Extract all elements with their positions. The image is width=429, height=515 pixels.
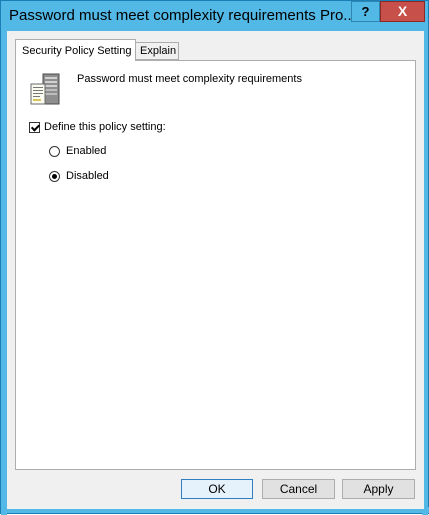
help-button[interactable]: ?	[351, 1, 380, 22]
enabled-radio[interactable]	[49, 145, 60, 157]
policy-properties-window: Password must meet complexity requiremen…	[0, 0, 429, 515]
define-setting-label: Define this policy setting:	[44, 121, 166, 133]
disabled-option[interactable]: Disabled	[49, 170, 109, 182]
window-title: Password must meet complexity requiremen…	[9, 7, 354, 24]
disabled-label: Disabled	[66, 170, 109, 182]
tab-panel: Password must meet complexity requiremen…	[15, 60, 416, 470]
disabled-radio[interactable]	[49, 170, 60, 182]
define-setting-row[interactable]: Define this policy setting:	[29, 121, 166, 133]
tab-security-policy-setting[interactable]: Security Policy Setting	[15, 39, 136, 61]
ok-button[interactable]: OK	[181, 479, 253, 499]
dialog-client-area: Security Policy Setting Explain Password…	[7, 31, 424, 509]
close-button[interactable]: X	[380, 1, 425, 22]
tab-explain[interactable]: Explain	[135, 42, 179, 60]
apply-button[interactable]: Apply	[342, 479, 415, 499]
title-bar[interactable]: Password must meet complexity requiremen…	[1, 1, 428, 31]
define-setting-checkbox[interactable]	[29, 121, 40, 133]
close-icon: X	[397, 3, 408, 19]
enabled-label: Enabled	[66, 145, 107, 157]
cancel-button[interactable]: Cancel	[262, 479, 335, 499]
help-icon: ?	[361, 4, 370, 19]
server-policy-icon	[30, 73, 60, 105]
policy-title: Password must meet complexity requiremen…	[77, 73, 302, 85]
enabled-option[interactable]: Enabled	[49, 145, 106, 157]
